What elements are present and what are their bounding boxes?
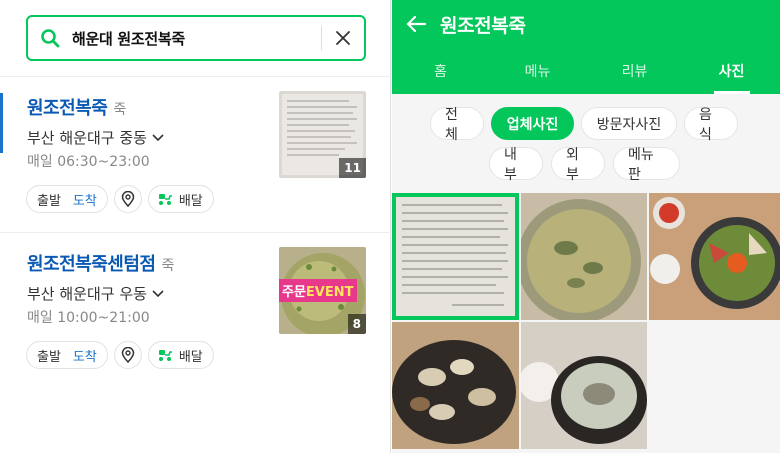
handwritten-note-image	[392, 193, 519, 320]
badge-prefix: 주문	[282, 285, 306, 300]
place-thumbnail[interactable]: 11	[279, 91, 366, 178]
location-pin-icon	[121, 347, 135, 363]
clear-search-button[interactable]	[322, 17, 364, 59]
delivery-button[interactable]: 배달	[147, 185, 214, 213]
route-pill: 출발 도착	[26, 185, 108, 213]
back-button[interactable]	[392, 0, 440, 48]
close-icon	[336, 31, 350, 45]
tab-photos[interactable]: 사진	[683, 48, 780, 94]
porridge-image	[521, 193, 647, 320]
depart-button[interactable]: 출발	[37, 190, 61, 209]
business-hours: 매일 10:00~21:00	[27, 310, 150, 326]
place-category: 죽	[161, 258, 175, 274]
arrow-left-icon	[406, 15, 427, 33]
detail-header: 원조전복죽	[392, 0, 780, 48]
delivery-label: 배달	[178, 193, 203, 209]
tab-reviews[interactable]: 리뷰	[586, 48, 683, 94]
place-thumbnail[interactable]: 주문EVENT 8	[279, 247, 366, 334]
photo-tile[interactable]	[521, 193, 647, 320]
filter-chip-business-photos[interactable]: 업체사진	[491, 107, 574, 140]
search-box[interactable]: 해운대 원조전복죽	[26, 15, 366, 61]
filter-chip-interior[interactable]: 내부	[489, 147, 543, 183]
search-icon	[28, 17, 72, 59]
photo-count: 8	[347, 314, 366, 334]
filter-chip-exterior[interactable]: 외부	[551, 147, 605, 183]
place-name-link[interactable]: 원조전복죽센텀점	[27, 250, 156, 276]
scooter-icon	[158, 194, 172, 205]
photo-tile[interactable]	[392, 193, 519, 320]
map-pin-button[interactable]	[113, 185, 142, 213]
address-text: 부산 해운대구 중동	[27, 129, 147, 147]
place-category: 죽	[113, 102, 127, 118]
detail-title: 원조전복죽	[440, 14, 526, 37]
abalone-soup-image	[521, 322, 647, 449]
delivery-button[interactable]: 배달	[147, 341, 214, 369]
place-address[interactable]: 부산 해운대구 중동	[27, 127, 165, 148]
chevron-down-icon	[152, 289, 164, 297]
business-hours: 매일 06:30~23:00	[27, 154, 150, 170]
filter-chip-food[interactable]: 음식	[684, 107, 738, 143]
delivery-label: 배달	[178, 349, 203, 365]
result-item-1[interactable]: 원조전복죽 죽 부산 해운대구 중동 매일 06:30~23:00 출발 도착 …	[0, 77, 391, 232]
photo-tile[interactable]	[649, 193, 780, 320]
arrive-button[interactable]: 도착	[73, 190, 97, 209]
bibimbap-image	[649, 193, 780, 320]
photo-tile[interactable]	[392, 322, 519, 449]
badge-event: EVENT	[305, 285, 354, 300]
map-pin-button[interactable]	[113, 341, 142, 369]
filter-chip-all[interactable]: 전체	[430, 107, 484, 143]
scooter-icon	[158, 350, 172, 361]
photo-tile[interactable]	[521, 322, 647, 449]
location-pin-icon	[121, 191, 135, 207]
filter-chip-menu-board[interactable]: 메뉴판	[613, 147, 680, 183]
photo-filter-chips: 전체 업체사진 방문자사진 음식 내부 외부 메뉴판	[392, 94, 780, 192]
route-pill: 출발 도착	[26, 341, 108, 369]
address-text: 부산 해운대구 우동	[27, 285, 147, 303]
tab-menu[interactable]: 메뉴	[489, 48, 586, 94]
chevron-down-icon	[152, 133, 164, 141]
detail-tabs: 홈 메뉴 리뷰 사진	[392, 48, 780, 94]
filter-chip-visitor-photos[interactable]: 방문자사진	[581, 107, 677, 140]
tab-home[interactable]: 홈	[392, 48, 489, 94]
place-address[interactable]: 부산 해운대구 우동	[27, 283, 165, 304]
photo-count: 11	[339, 158, 366, 178]
arrive-button[interactable]: 도착	[73, 346, 97, 365]
event-badge: 주문EVENT	[279, 279, 357, 302]
search-results-panel: 해운대 원조전복죽 원조전복죽 죽 부산 해운대구 중동 매일 06:30~23…	[0, 0, 391, 453]
place-name-link[interactable]: 원조전복죽	[27, 94, 108, 120]
grilled-abalone-image	[392, 322, 519, 449]
result-item-2[interactable]: 원조전복죽센텀점 죽 부산 해운대구 우동 매일 10:00~21:00 출발 …	[0, 233, 391, 398]
depart-button[interactable]: 출발	[37, 346, 61, 365]
place-detail-panel: 원조전복죽 홈 메뉴 리뷰 사진 전체 업체사진 방문자사진 음식 내부 외부 …	[392, 0, 780, 453]
search-input[interactable]: 해운대 원조전복죽	[72, 28, 321, 49]
